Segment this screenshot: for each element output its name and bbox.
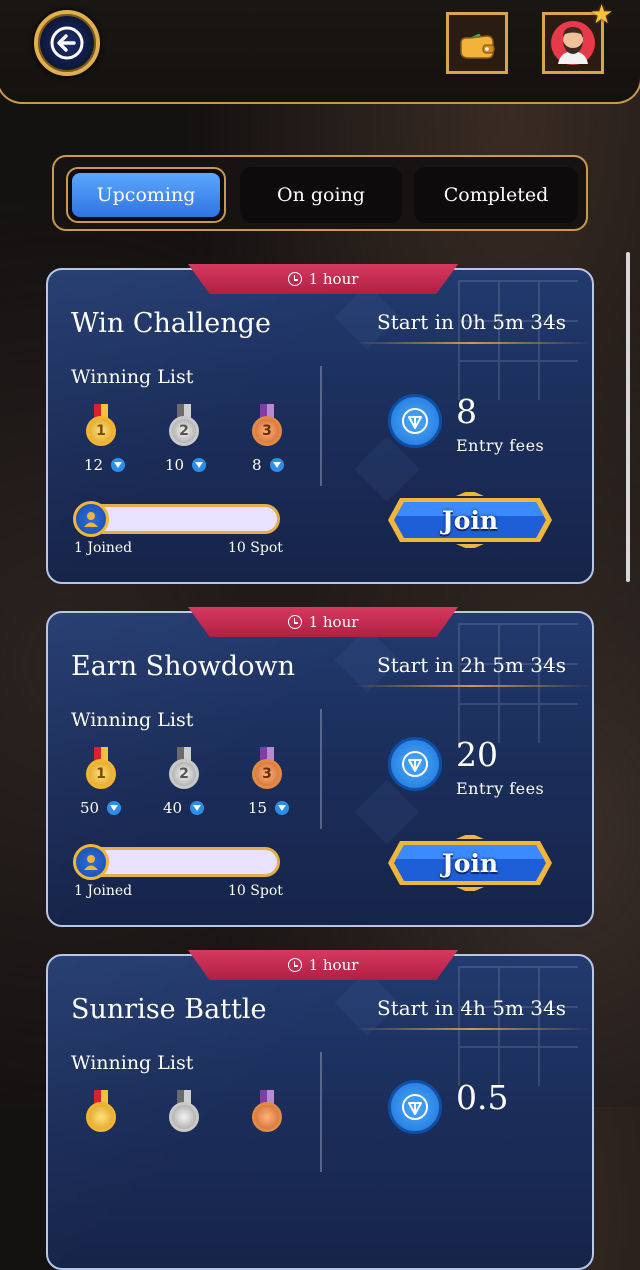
prize-first: 12	[84, 456, 126, 474]
start-countdown: Start in 4h 5m 34s	[377, 996, 566, 1020]
ton-coin-icon	[388, 737, 442, 791]
join-button[interactable]: Join	[386, 492, 554, 548]
card-decoration	[458, 966, 578, 1086]
bronze-medal-icon: 3	[251, 747, 283, 791]
prize-first: 50	[80, 799, 122, 817]
coin-icon	[275, 801, 290, 815]
silver-medal-icon: 2	[168, 404, 200, 448]
contest-tabs: Upcoming On going Completed	[52, 155, 588, 231]
join-button[interactable]: Join	[386, 835, 554, 891]
total-spots: 10 Spot	[228, 540, 283, 556]
scrollbar[interactable]	[626, 252, 630, 582]
tab-completed[interactable]: Completed	[414, 167, 578, 223]
card-divider	[320, 1052, 322, 1172]
silver-medal-icon	[168, 1090, 200, 1134]
wallet-icon	[460, 33, 495, 59]
coin-icon	[192, 458, 207, 472]
arrow-left-icon	[50, 26, 84, 60]
contest-title: Sunrise Battle	[71, 994, 267, 1025]
duration-label: 1 hour	[308, 613, 359, 631]
tab-ongoing[interactable]: On going	[240, 167, 402, 223]
joined-count: 1 Joined	[74, 540, 133, 556]
prize-third: 15	[248, 799, 290, 817]
divider-line	[352, 685, 592, 687]
wallet-button[interactable]	[446, 12, 508, 74]
gold-medal-icon	[85, 1090, 117, 1134]
card-decoration	[458, 623, 578, 743]
bronze-medal-icon: 3	[251, 404, 283, 448]
card-decoration	[458, 280, 578, 400]
ton-coin-icon	[388, 394, 442, 448]
entry-fee-label: Entry fees	[456, 436, 545, 455]
contest-title: Earn Showdown	[71, 651, 295, 682]
clock-icon	[287, 958, 302, 972]
card-divider	[320, 366, 322, 486]
star-icon: ★	[590, 0, 614, 30]
entry-fee-value: 8	[456, 392, 477, 431]
join-label: Join	[441, 505, 499, 535]
coin-icon	[107, 801, 122, 815]
contest-card: 1 hour Earn Showdown Start in 2h 5m 34s …	[46, 607, 594, 927]
gold-medal-icon: 1	[85, 747, 117, 791]
clock-icon	[287, 272, 302, 286]
joined-progress-bar	[73, 844, 280, 880]
entry-fee-value: 0.5	[456, 1078, 509, 1117]
prize-second: 40	[163, 799, 205, 817]
duration-ribbon: 1 hour	[188, 950, 458, 980]
start-countdown: Start in 2h 5m 34s	[377, 653, 566, 677]
coin-icon	[190, 801, 205, 815]
total-spots: 10 Spot	[228, 883, 283, 899]
entry-fee-value: 20	[456, 735, 498, 774]
prize-second: 10	[165, 456, 207, 474]
tab-ongoing-label: On going	[277, 184, 365, 206]
coin-icon	[269, 458, 284, 472]
joined-progress-bar	[73, 501, 280, 537]
prize-third: 8	[252, 456, 284, 474]
contest-title: Win Challenge	[71, 308, 271, 339]
contest-card: 1 hour Win Challenge Start in 0h 5m 34s …	[46, 264, 594, 584]
contest-card: 1 hour Sunrise Battle Start in 4h 5m 34s…	[46, 950, 594, 1270]
duration-ribbon: 1 hour	[188, 607, 458, 637]
duration-label: 1 hour	[308, 270, 359, 288]
tab-upcoming[interactable]: Upcoming	[66, 167, 226, 223]
start-countdown: Start in 0h 5m 34s	[377, 310, 566, 334]
duration-label: 1 hour	[308, 956, 359, 974]
tab-completed-label: Completed	[443, 184, 549, 206]
divider-line	[352, 1028, 592, 1030]
gold-medal-icon: 1	[85, 404, 117, 448]
user-icon	[73, 501, 109, 537]
clock-icon	[287, 615, 302, 629]
winning-list-label: Winning List	[71, 366, 194, 388]
user-icon	[73, 844, 109, 880]
join-label: Join	[441, 848, 499, 878]
coin-icon	[111, 458, 126, 472]
back-button[interactable]	[34, 10, 100, 76]
winning-list-label: Winning List	[71, 709, 194, 731]
divider-line	[352, 342, 592, 344]
bronze-medal-icon	[251, 1090, 283, 1134]
card-divider	[320, 709, 322, 829]
joined-count: 1 Joined	[74, 883, 133, 899]
ton-coin-icon	[388, 1080, 442, 1134]
tab-upcoming-label: Upcoming	[96, 184, 196, 206]
entry-fee-label: Entry fees	[456, 779, 545, 798]
winning-list-label: Winning List	[71, 1052, 194, 1074]
duration-ribbon: 1 hour	[188, 264, 458, 294]
silver-medal-icon: 2	[168, 747, 200, 791]
